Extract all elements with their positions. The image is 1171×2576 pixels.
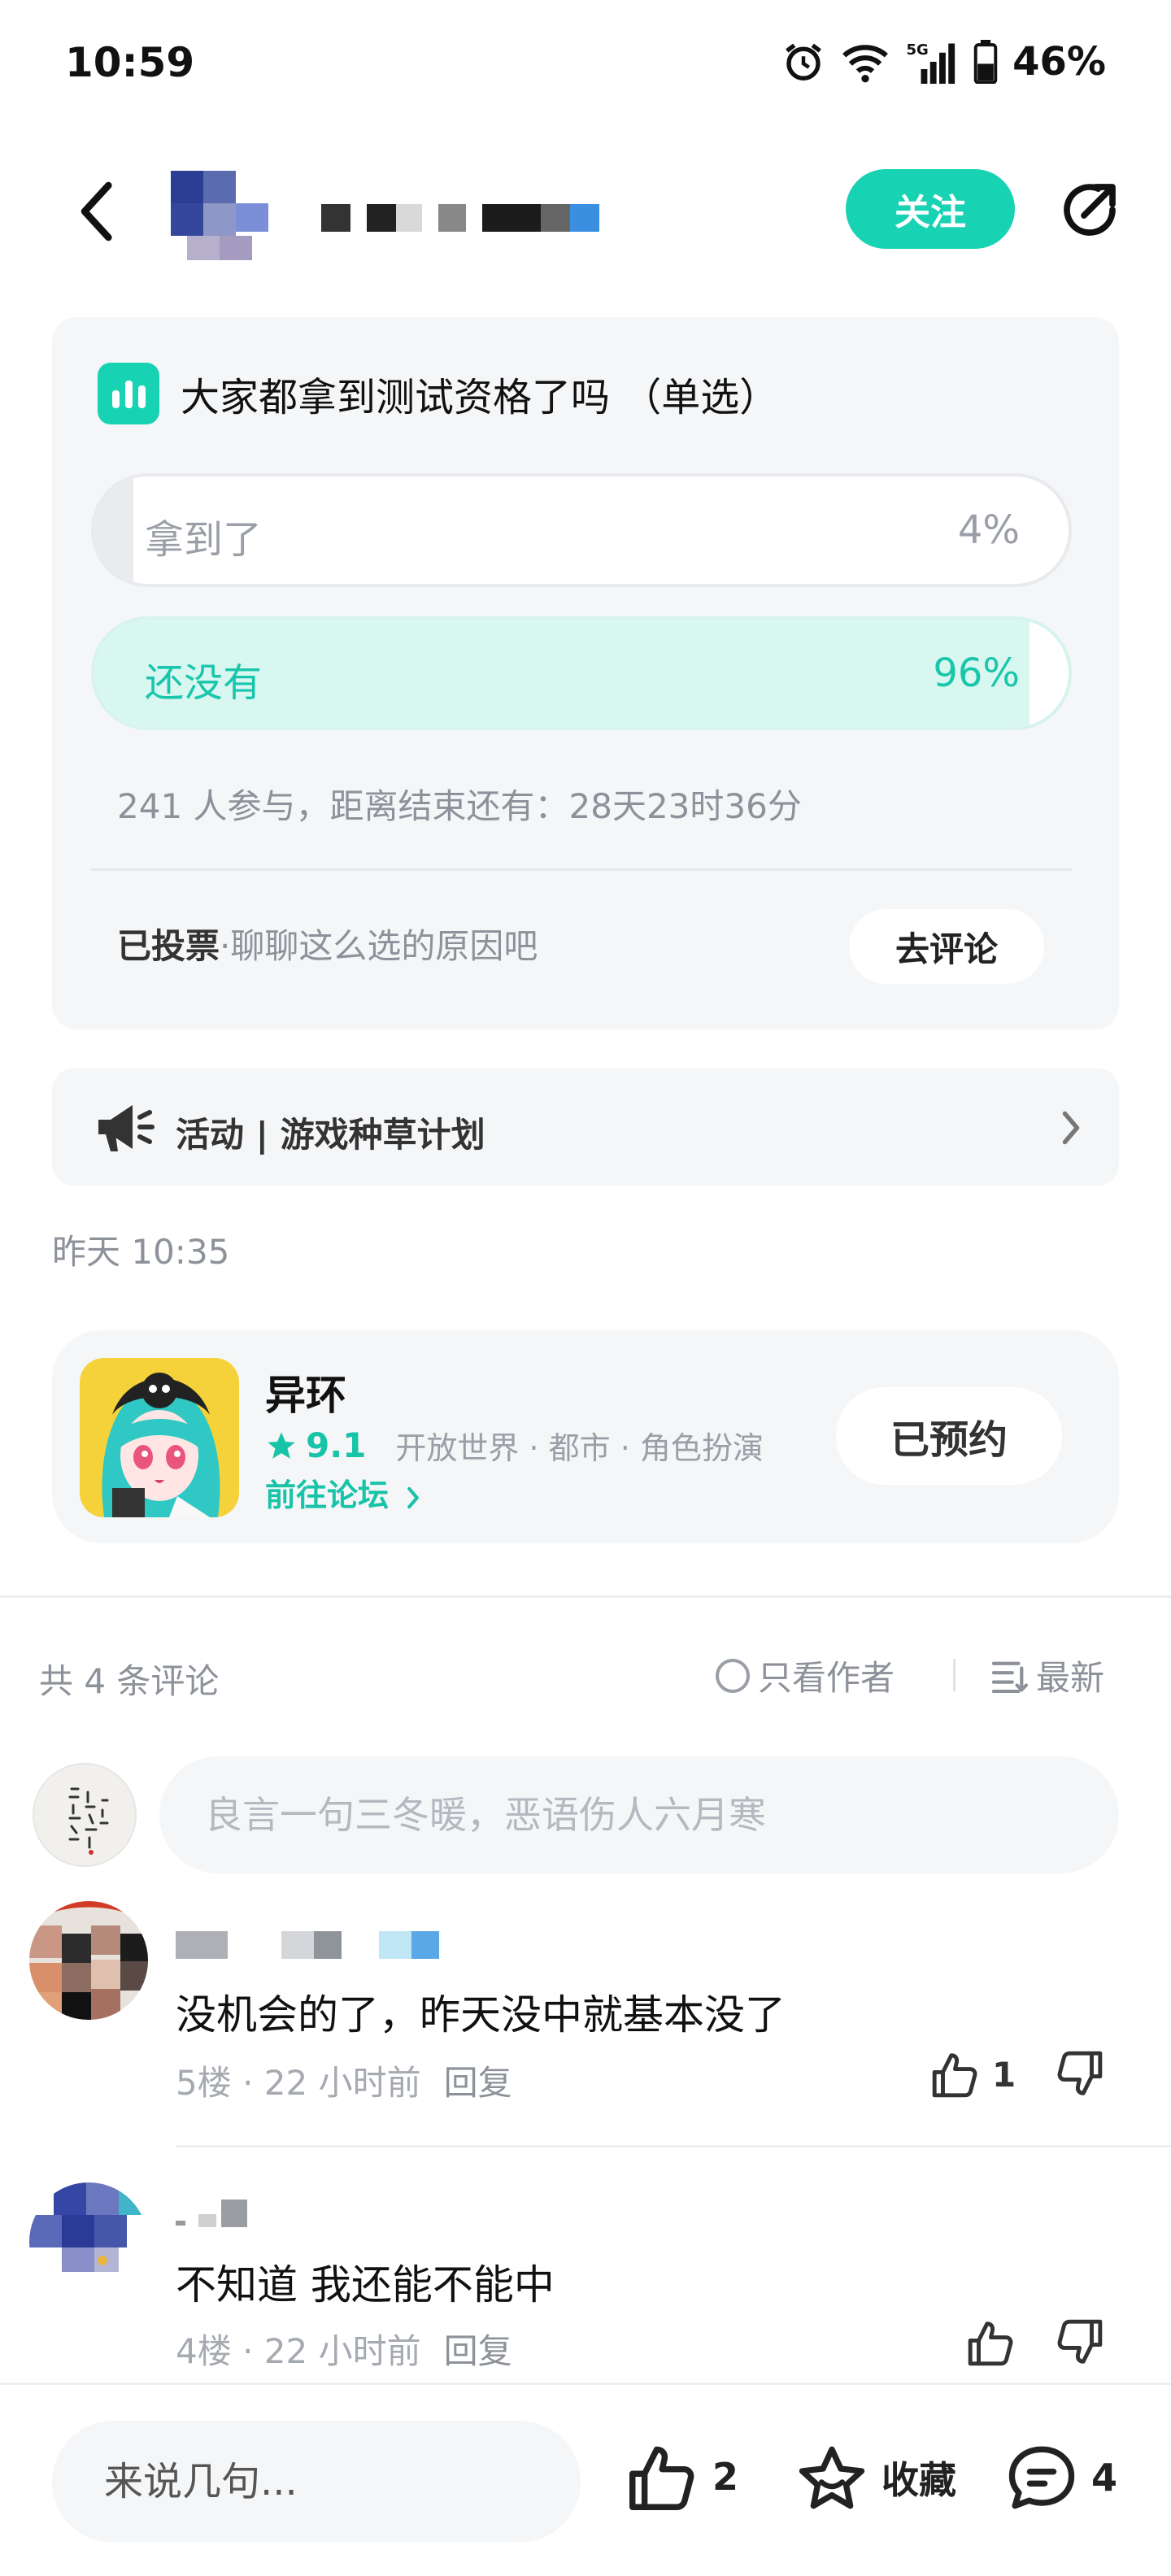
- sort-icon: [991, 1661, 1028, 1693]
- post-header: 关注: [0, 154, 1171, 268]
- divider: [0, 1595, 1171, 1598]
- chevron-right-icon: [1062, 1111, 1080, 1145]
- divider: [176, 2145, 1171, 2147]
- voted-status: 已投票·聊聊这么选的原因吧: [117, 919, 538, 968]
- comment-text: 不知道 我还能不能中: [176, 2261, 555, 2308]
- status-bar: 10:59 5G 46%: [0, 0, 1171, 130]
- share-icon: [1064, 184, 1116, 236]
- comment-meta: 5楼 · 22 小时前 回复: [176, 2063, 512, 2103]
- comment-input[interactable]: [159, 1756, 1119, 1873]
- poll-option-2[interactable]: 还没有 96%: [91, 616, 1072, 730]
- wifi-icon: [842, 45, 889, 83]
- megaphone-icon: [98, 1105, 155, 1151]
- post-timestamp: 昨天 10:35: [52, 1232, 230, 1272]
- comments-count: 共 4 条评论: [39, 1661, 220, 1701]
- activity-label: 活动 | 游戏种草计划: [176, 1115, 485, 1155]
- poll-participation-info: 241 人参与，距离结束还有：28天23时36分: [117, 786, 802, 826]
- game-tags: 开放世界 · 都市 · 角色扮演: [395, 1430, 764, 1466]
- dislike-button[interactable]: [1054, 2051, 1104, 2101]
- divider: [953, 1659, 956, 1691]
- alarm-icon: [786, 43, 821, 80]
- commenter-name[interactable]: [176, 1929, 439, 1961]
- dislike-button[interactable]: [1054, 2319, 1104, 2369]
- game-forum-label: 前往论坛: [265, 1477, 390, 1513]
- status-icons: 5G 46%: [781, 39, 1106, 85]
- game-name: 异环: [265, 1372, 346, 1419]
- post-like-button[interactable]: 2: [626, 2443, 738, 2510]
- thumbs-up-icon: [932, 2053, 977, 2098]
- post-like-count: 2: [712, 2455, 739, 2499]
- like-button[interactable]: 1: [930, 2051, 1016, 2098]
- reply-button[interactable]: 回复: [444, 2063, 512, 2103]
- signal-5g-icon: 5G: [907, 41, 956, 84]
- voted-label: 已投票: [117, 926, 220, 966]
- thumbs-down-icon: [1057, 2319, 1103, 2364]
- author-avatar[interactable]: [171, 171, 301, 260]
- voted-prompt: ·聊聊这么选的原因吧: [220, 926, 538, 966]
- battery-percent: 46%: [1012, 39, 1106, 85]
- poll-option-1-fill: [94, 476, 133, 584]
- chevron-right-icon: [407, 1486, 420, 1508]
- game-thumbnail[interactable]: [80, 1358, 239, 1517]
- sort-button[interactable]: 最新: [990, 1651, 1104, 1700]
- back-arrow-icon: [81, 181, 112, 242]
- bottom-action-bar: 2 收藏 4: [0, 2382, 1171, 2576]
- comment-bubble-icon: [1008, 2446, 1075, 2509]
- comment-floor: 5楼: [176, 2063, 232, 2103]
- game-forum-link[interactable]: 前往论坛: [265, 1470, 422, 1515]
- poll-option-percent: 96%: [933, 651, 1020, 696]
- poll-option-label: 拿到了: [145, 517, 263, 563]
- comment-meta: 4楼 · 22 小时前 回复: [176, 2331, 512, 2371]
- bottom-comment-input[interactable]: [52, 2421, 581, 2543]
- poll-option-label: 还没有: [145, 660, 263, 706]
- poll-option-percent: 4%: [957, 507, 1020, 553]
- thumbs-up-icon: [968, 2321, 1013, 2366]
- thumbs-up-icon: [629, 2446, 694, 2510]
- comment-time: 22 小时前: [263, 2331, 421, 2371]
- author-only-label: 只看作者: [758, 1658, 895, 1698]
- favorite-button[interactable]: 收藏: [795, 2443, 956, 2512]
- comments-count-badge: 4: [1091, 2456, 1118, 2500]
- game-rating-row: 9.1 开放世界 · 都市 · 角色扮演: [265, 1423, 764, 1468]
- battery-icon: [973, 40, 998, 84]
- comment-text: 没机会的了，昨天没中就基本没了: [176, 1991, 786, 2039]
- my-avatar: [33, 1763, 137, 1867]
- favorite-label: 收藏: [882, 2458, 956, 2502]
- go-comment-button[interactable]: 去评论: [849, 909, 1044, 984]
- activity-banner[interactable]: 活动 | 游戏种草计划: [52, 1068, 1119, 1186]
- status-time: 10:59: [65, 39, 195, 86]
- back-button[interactable]: [57, 171, 138, 252]
- star-icon: [268, 1431, 295, 1459]
- poll-title: 大家都拿到测试资格了吗 （单选）: [181, 375, 779, 420]
- reserved-button[interactable]: 已预约: [836, 1387, 1062, 1485]
- commenter-avatar[interactable]: [29, 2182, 148, 2301]
- svg-text:5G: 5G: [907, 41, 929, 59]
- game-card[interactable]: 异环 9.1 开放世界 · 都市 · 角色扮演 前往论坛 已预约: [52, 1330, 1119, 1543]
- reply-button[interactable]: 回复: [444, 2331, 512, 2371]
- divider: [91, 868, 1072, 871]
- thumbs-down-icon: [1057, 2051, 1103, 2095]
- comment-floor: 4楼: [176, 2331, 232, 2371]
- poll-chart-icon: [98, 363, 159, 424]
- share-button[interactable]: [1049, 169, 1130, 250]
- commenter-name[interactable]: [176, 2197, 247, 2230]
- comments-button[interactable]: 4: [1005, 2443, 1117, 2512]
- favorite-star-icon: [799, 2446, 865, 2509]
- comment-time: 22 小时前: [263, 2063, 421, 2103]
- sort-label: 最新: [1036, 1658, 1105, 1698]
- radio-icon: [716, 1658, 750, 1693]
- author-name[interactable]: [321, 203, 646, 233]
- like-count: 1: [992, 2054, 1016, 2095]
- poll-title-row: 大家都拿到测试资格了吗 （单选）: [98, 363, 778, 424]
- poll-card: 大家都拿到测试资格了吗 （单选） 拿到了 4% 还没有 96% 241 人参与，…: [52, 317, 1119, 1029]
- game-rating: 9.1: [306, 1425, 367, 1465]
- poll-option-1[interactable]: 拿到了 4%: [91, 473, 1072, 587]
- like-button[interactable]: [966, 2319, 1028, 2366]
- follow-button[interactable]: 关注: [846, 169, 1015, 249]
- commenter-avatar[interactable]: [29, 1901, 148, 2020]
- author-only-toggle[interactable]: 只看作者: [716, 1651, 895, 1700]
